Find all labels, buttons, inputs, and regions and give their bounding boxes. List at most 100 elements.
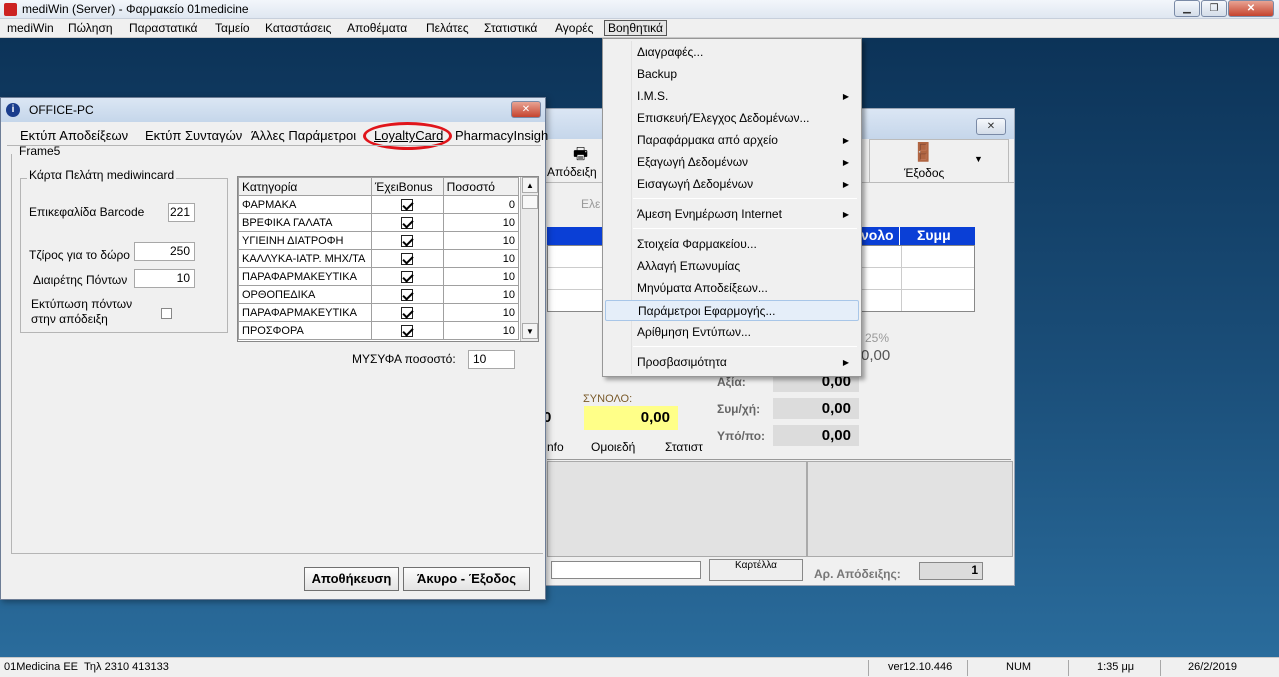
percent-cell[interactable]: 0 <box>442 195 520 214</box>
bonus-cell[interactable] <box>370 249 444 268</box>
table-row[interactable]: ΒΡΕΦΙΚΑ ΓΑΛΑΤΑ 10 <box>238 213 520 232</box>
percent-cell[interactable]: 10 <box>442 213 520 232</box>
minimize-button[interactable]: ▁ <box>1174 0 1200 17</box>
table-row[interactable]: ΟΡΘΟΠΕΔΙΚΑ 10 <box>238 285 520 304</box>
table-row[interactable]: ΠΑΡΑΦΑΡΜΑΚΕΥΤΙΚΑ 10 <box>238 267 520 286</box>
bonus-cell[interactable] <box>370 267 444 286</box>
mysfa-input[interactable]: 10 <box>468 350 515 369</box>
tab-other-params[interactable]: Άλλες Παράμετροι <box>251 128 356 143</box>
barcode-input[interactable]: 221 <box>168 203 195 222</box>
grid-scrollbar[interactable]: ▲ ▼ <box>520 177 538 341</box>
bonus-cell[interactable] <box>370 195 444 214</box>
bonus-checkbox[interactable] <box>401 198 414 211</box>
bonus-checkbox[interactable] <box>401 324 414 337</box>
bgform-close-button[interactable]: ✕ <box>976 118 1006 135</box>
bonus-cell[interactable] <box>370 213 444 232</box>
menu-item-label: Διαγραφές... <box>637 45 704 59</box>
category-cell[interactable]: ΚΑΛΛΥΚΑ-ΙΑΤΡ. ΜΗΧ/ΤΑ <box>238 249 372 268</box>
bonus-cell[interactable] <box>370 285 444 304</box>
bonus-checkbox[interactable] <box>401 216 414 229</box>
menu-item[interactable]: I.M.S. ▶ <box>605 86 859 107</box>
kartella-button[interactable]: Καρτέλλα <box>709 559 803 581</box>
bonus-checkbox[interactable] <box>401 252 414 265</box>
gift-input[interactable]: 250 <box>134 242 195 261</box>
table-row[interactable]: ΦΑΡΜΑΚΑ 0 <box>238 195 520 214</box>
menu-item[interactable]: Εισαγωγή Δεδομένων ▶ <box>605 174 859 195</box>
category-cell[interactable]: ΠΑΡΑΦΑΡΜΑΚΕΥΤΙΚΑ <box>238 303 372 322</box>
tab-receipt-print[interactable]: Εκτύπ Αποδείξεων <box>20 128 128 143</box>
col-bonus[interactable]: ΈχειBonus <box>370 177 444 196</box>
divisor-input[interactable]: 10 <box>134 269 195 288</box>
menu-item[interactable]: Προσβασιμότητα ▶ <box>605 352 859 373</box>
menu-documents[interactable]: Παραστατικά <box>127 21 199 35</box>
menu-tools[interactable]: Βοηθητικά <box>604 20 667 36</box>
table-row[interactable]: ΚΑΛΛΥΚΑ-ΙΑΤΡ. ΜΗΧ/ΤΑ 10 <box>238 249 520 268</box>
table-header: Κατηγορία ΈχειBonus Ποσοστό <box>238 177 520 196</box>
tab-info[interactable]: nfo <box>547 440 564 454</box>
bg-input[interactable] <box>551 561 701 579</box>
dropdown-arrow-icon[interactable]: ▼ <box>974 154 983 164</box>
tab-prescription-print[interactable]: Εκτύπ Συνταγών <box>145 128 242 143</box>
exit-label: Έξοδος <box>904 166 945 180</box>
menu-item[interactable]: Εξαγωγή Δεδομένων ▶ <box>605 152 859 173</box>
percent-cell[interactable]: 10 <box>442 303 520 322</box>
percent-cell[interactable]: 10 <box>442 231 520 250</box>
menu-sales[interactable]: Πώληση <box>66 21 115 35</box>
col-summ: Συμμ <box>917 227 951 243</box>
category-cell[interactable]: ΟΡΘΟΠΕΔΙΚΑ <box>238 285 372 304</box>
receipt-button[interactable]: Απόδειξη <box>547 165 597 179</box>
table-row[interactable]: ΠΡΟΣΦΟΡΑ 10 <box>238 321 520 340</box>
menu-item[interactable]: Μηνύματα Αποδείξεων... <box>605 278 859 299</box>
menu-item[interactable]: Επισκευή/Έλεγχος Δεδομένων... <box>605 108 859 129</box>
menu-customers[interactable]: Πελάτες <box>424 21 471 35</box>
tab-stats[interactable]: Στατιστ <box>665 440 703 454</box>
bonus-checkbox[interactable] <box>401 288 414 301</box>
menu-item[interactable]: Backup <box>605 64 859 85</box>
bonus-checkbox[interactable] <box>401 270 414 283</box>
category-cell[interactable]: ΠΡΟΣΦΟΡΑ <box>238 321 372 340</box>
bonus-checkbox[interactable] <box>401 234 414 247</box>
category-cell[interactable]: ΦΑΡΜΑΚΑ <box>238 195 372 214</box>
percent-cell[interactable]: 10 <box>442 249 520 268</box>
percent-cell[interactable]: 10 <box>442 285 520 304</box>
col-percent[interactable]: Ποσοστό <box>442 177 520 196</box>
status-bar: 01Medicina ΕΕ Τηλ 2310 413133 ver12.10.4… <box>0 657 1279 677</box>
bonus-checkbox[interactable] <box>401 306 414 319</box>
category-cell[interactable]: ΒΡΕΦΙΚΑ ΓΑΛΑΤΑ <box>238 213 372 232</box>
menu-item[interactable]: Στοιχεία Φαρμακείου... <box>605 234 859 255</box>
scroll-thumb[interactable] <box>522 195 538 209</box>
menu-reports[interactable]: Καταστάσεις <box>263 21 333 35</box>
menu-item[interactable]: Παραφάρμακα από αρχείο ▶ <box>605 130 859 151</box>
menu-cash[interactable]: Ταμείο <box>213 21 252 35</box>
menu-stock[interactable]: Αποθέματα <box>345 21 409 35</box>
save-button[interactable]: Αποθήκευση <box>304 567 399 591</box>
menu-item[interactable]: Διαγραφές... <box>605 42 859 63</box>
percent-cell[interactable]: 10 <box>442 321 520 340</box>
table-row[interactable]: ΠΑΡΑΦΑΡΜΑΚΕΥΤΙΚΑ 10 <box>238 303 520 322</box>
scroll-down-icon[interactable]: ▼ <box>522 323 538 339</box>
menu-purchases[interactable]: Αγορές <box>553 21 595 35</box>
dialog-close-button[interactable]: ✕ <box>511 101 541 118</box>
tab-pharmacy-insight[interactable]: PharmacyInsigh <box>455 128 548 143</box>
bonus-cell[interactable] <box>370 303 444 322</box>
category-cell[interactable]: ΥΓΙΕΙΝΗ ΔΙΑΤΡΟΦΗ <box>238 231 372 250</box>
menu-mediwin[interactable]: mediWin <box>5 21 56 35</box>
exit-button[interactable]: 🚪 Έξοδος ▼ <box>869 139 1009 183</box>
table-row[interactable]: ΥΓΙΕΙΝΗ ΔΙΑΤΡΟΦΗ 10 <box>238 231 520 250</box>
close-button[interactable]: ✕ <box>1228 0 1274 17</box>
menu-statistics[interactable]: Στατιστικά <box>482 21 539 35</box>
print-points-checkbox[interactable] <box>161 308 172 320</box>
bonus-cell[interactable] <box>370 231 444 250</box>
scroll-up-icon[interactable]: ▲ <box>522 177 538 193</box>
category-cell[interactable]: ΠΑΡΑΦΑΡΜΑΚΕΥΤΙΚΑ <box>238 267 372 286</box>
percent-cell[interactable]: 10 <box>442 267 520 286</box>
menu-item[interactable]: Αρίθμηση Εντύπων... <box>605 322 859 343</box>
tab-similar[interactable]: Ομοιεδή <box>591 440 635 454</box>
menu-item[interactable]: Άμεση Ενημέρωση Internet ▶ <box>605 204 859 225</box>
col-category[interactable]: Κατηγορία <box>238 177 372 196</box>
cancel-exit-button[interactable]: Άκυρο - Έξοδος <box>403 567 530 591</box>
maximize-button[interactable]: ❐ <box>1201 0 1227 17</box>
bonus-cell[interactable] <box>370 321 444 340</box>
menu-item[interactable]: Παράμετροι Εφαρμογής... <box>605 300 859 321</box>
menu-item[interactable]: Αλλαγή Επωνυμίας <box>605 256 859 277</box>
